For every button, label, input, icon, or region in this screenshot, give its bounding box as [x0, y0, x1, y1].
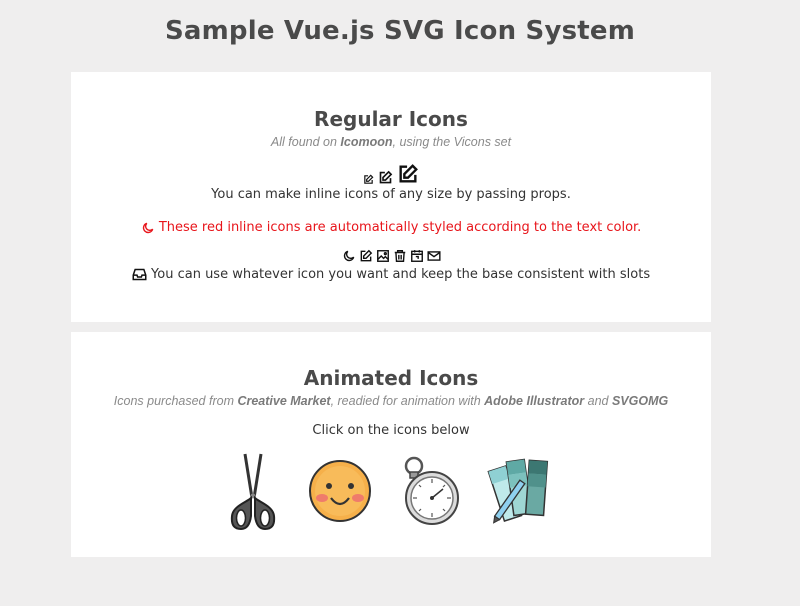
stopwatch-icon[interactable]	[397, 456, 463, 526]
subtitle-and: and	[584, 394, 612, 408]
edit-icon	[379, 170, 393, 184]
edit-icon	[364, 174, 374, 184]
trash-icon	[394, 250, 405, 262]
animated-icons-row	[71, 450, 711, 532]
scissors-icon[interactable]	[223, 450, 283, 532]
regular-icons-subtitle: All found on Icomoon, using the Vicons s…	[71, 135, 711, 149]
animated-icons-subtitle: Icons purchased from Creative Market, re…	[71, 394, 711, 408]
page-title: Sample Vue.js SVG Icon System	[164, 16, 636, 46]
subtitle-prefix: All found on	[270, 135, 341, 149]
subtitle-source: Icomoon	[340, 135, 393, 149]
animated-icons-card: Animated Icons Icons purchased from Crea…	[71, 332, 711, 557]
subtitle-source: Creative Market	[237, 394, 331, 408]
edit-icon	[399, 164, 418, 183]
animated-icons-heading: Animated Icons	[303, 366, 479, 390]
color-swatch-icon[interactable]	[487, 454, 559, 528]
smiley-icon[interactable]	[307, 458, 373, 524]
calendar-icon	[410, 250, 423, 262]
slot-demo-text: You can use whatever icon you want and k…	[151, 267, 651, 282]
subtitle-tool-2: SVGOMG	[611, 394, 669, 408]
subtitle-suffix: , using the Vicons set	[392, 135, 512, 149]
regular-icons-card: Regular Icons All found on Icomoon, usin…	[71, 72, 711, 322]
slot-demo-line: You can use whatever icon you want and k…	[71, 267, 711, 282]
animated-instruction: Click on the icons below	[312, 423, 470, 438]
image-icon	[376, 250, 389, 262]
red-demo-text: These red inline icons are automatically…	[158, 220, 642, 235]
mail-icon	[426, 251, 441, 261]
subtitle-middle: , readied for animation with	[330, 394, 485, 408]
size-demo-icons	[71, 161, 711, 185]
red-demo-line: These red inline icons are automatically…	[71, 220, 711, 235]
moon-icon	[343, 250, 354, 262]
inbox-icon	[132, 268, 147, 281]
subtitle-prefix: Icons purchased from	[113, 394, 238, 408]
moon-icon	[142, 222, 154, 233]
slot-icons-row	[71, 249, 711, 263]
size-demo-text: You can make inline icons of any size by…	[211, 187, 571, 202]
edit-icon	[360, 249, 372, 262]
subtitle-tool-1: Adobe Illustrator	[484, 394, 585, 408]
regular-icons-heading: Regular Icons	[314, 107, 468, 131]
